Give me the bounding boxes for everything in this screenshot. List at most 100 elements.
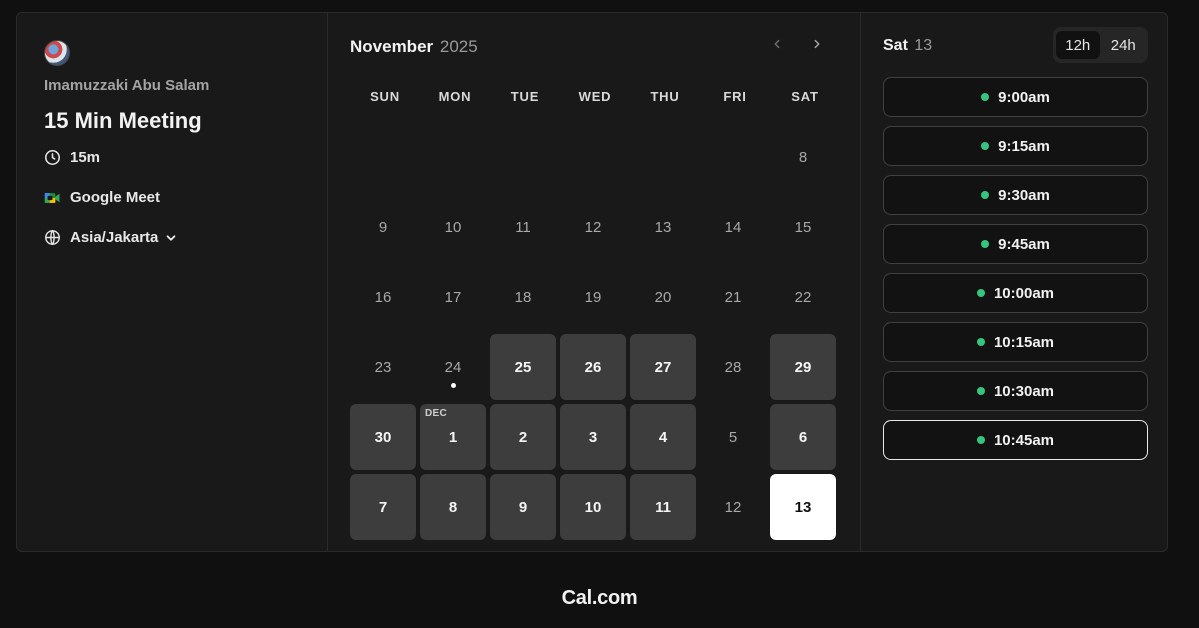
time-format-option-12h[interactable]: 12h [1056,31,1100,59]
available-day-cell[interactable]: 2 [490,404,556,470]
chevron-down-icon [164,231,178,245]
unavailable-day-cell: 16 [350,264,416,330]
available-day-cell[interactable]: 7 [350,474,416,540]
available-day-cell[interactable]: 3 [560,404,626,470]
day-number: 4 [658,428,668,446]
host-avatar [44,40,70,66]
available-day-cell[interactable]: 6 [770,404,836,470]
time-slot-label: 9:15am [998,137,1050,155]
selected-day-cell[interactable]: 13 [770,474,836,540]
available-day-cell[interactable]: 4 [630,404,696,470]
empty-day-cell [490,124,556,190]
day-number: 6 [798,428,808,446]
availability-dot [976,436,985,444]
empty-day-cell [420,124,486,190]
availability-dot [981,142,990,150]
next-month-button[interactable] [806,35,828,57]
weekday-label: THU [650,89,680,104]
time-slot-button[interactable]: 10:00am [883,273,1148,313]
time-slot-button[interactable]: 9:45am [883,224,1148,264]
booking-card: Imamuzzaki Abu Salam 15 Min Meeting 15m [16,12,1168,552]
weekday-label: TUE [510,89,540,104]
timezone-selector[interactable]: Asia/Jakarta [44,229,178,246]
host-name: Imamuzzaki Abu Salam [44,77,210,94]
empty-day-cell [560,124,626,190]
day-number: 24 [444,358,462,376]
selected-date-heading: Sat 13 [883,37,932,55]
duration-label: 15m [70,149,101,166]
day-number: 26 [584,358,602,376]
time-slot-button[interactable]: 10:45am [883,420,1148,460]
day-number: 22 [794,288,812,306]
day-number: 25 [514,358,532,376]
chevron-right-icon [810,37,824,56]
time-format-option-24h[interactable]: 24h [1102,31,1146,59]
available-day-cell[interactable]: 9 [490,474,556,540]
time-slot-label: 9:00am [998,88,1050,106]
unavailable-day-cell: 28 [700,334,766,400]
previous-month-button[interactable] [766,35,788,57]
time-slot-label: 9:30am [998,186,1050,204]
day-number: 29 [794,358,812,376]
selected-weekday: Sat [883,37,908,54]
availability-dot [976,338,985,346]
chevron-left-icon [770,37,784,56]
day-number: 19 [584,288,602,306]
timezone-label: Asia/Jakarta [70,229,159,246]
unavailable-day-cell: 12 [700,474,766,540]
time-format-toggle: 12h 24h [1053,27,1148,63]
clock-icon [44,149,61,166]
unavailable-day-cell: 19 [560,264,626,330]
unavailable-day-cell: 5 [700,404,766,470]
day-number: 8 [448,498,458,516]
calendar-panel: November 2025 SUN MON TUE WED THU FRI SAT 8 9 10… [328,13,861,551]
time-slot-label: 10:45am [993,431,1055,449]
time-slot-button[interactable]: 9:00am [883,77,1148,117]
time-slot-button[interactable]: 10:30am [883,371,1148,411]
empty-day-cell [700,124,766,190]
unavailable-day-cell: 22 [770,264,836,330]
month-year: 2025 [439,37,478,56]
duration-row: 15m [44,149,100,166]
day-number: 12 [584,218,602,236]
month-tag: DEC [425,408,448,419]
unavailable-day-cell: 20 [630,264,696,330]
available-day-cell[interactable]: 27 [630,334,696,400]
available-day-cell[interactable]: 8 [420,474,486,540]
day-number: 28 [724,358,742,376]
time-slot-list: 9:00am 9:15am 9:30am 9:45am 10:00am 10:15am 10… [883,77,1148,469]
day-number: 3 [588,428,598,446]
weekday-label: SUN [370,89,400,104]
weekday-label: SAT [791,89,819,104]
location-label: Google Meet [70,189,161,206]
brand-footer[interactable]: Cal.com [0,587,1199,610]
unavailable-day-cell: 24 [420,334,486,400]
calendar-grid: 8 9 10 11 12 13 14 15 16 17 18 19 20 21 22 23 24 25 26 27 28… [350,124,840,540]
availability-dot [976,289,985,297]
available-day-cell[interactable]: 10 [560,474,626,540]
available-day-cell[interactable]: 29 [770,334,836,400]
time-slot-button[interactable]: 9:30am [883,175,1148,215]
available-day-cell[interactable]: 30 [350,404,416,470]
available-day-cell[interactable]: 1 DEC [420,404,486,470]
day-number: 18 [514,288,532,306]
availability-dot [981,191,990,199]
available-day-cell[interactable]: 25 [490,334,556,400]
empty-day-cell [630,124,696,190]
day-number: 2 [518,428,528,446]
day-number: 1 [448,428,458,446]
unavailable-day-cell: 11 [490,194,556,260]
time-slot-label: 10:00am [993,284,1055,302]
event-info-panel: Imamuzzaki Abu Salam 15 Min Meeting 15m [17,13,328,551]
unavailable-day-cell: 14 [700,194,766,260]
available-day-cell[interactable]: 26 [560,334,626,400]
day-number: 11 [655,498,671,516]
day-number: 23 [374,358,392,376]
time-slot-button[interactable]: 10:15am [883,322,1148,362]
day-number: 13 [654,218,672,236]
day-number: 8 [798,148,808,166]
google-meet-icon [44,191,61,205]
available-day-cell[interactable]: 11 [630,474,696,540]
time-slot-button[interactable]: 9:15am [883,126,1148,166]
day-number: 16 [374,288,392,306]
